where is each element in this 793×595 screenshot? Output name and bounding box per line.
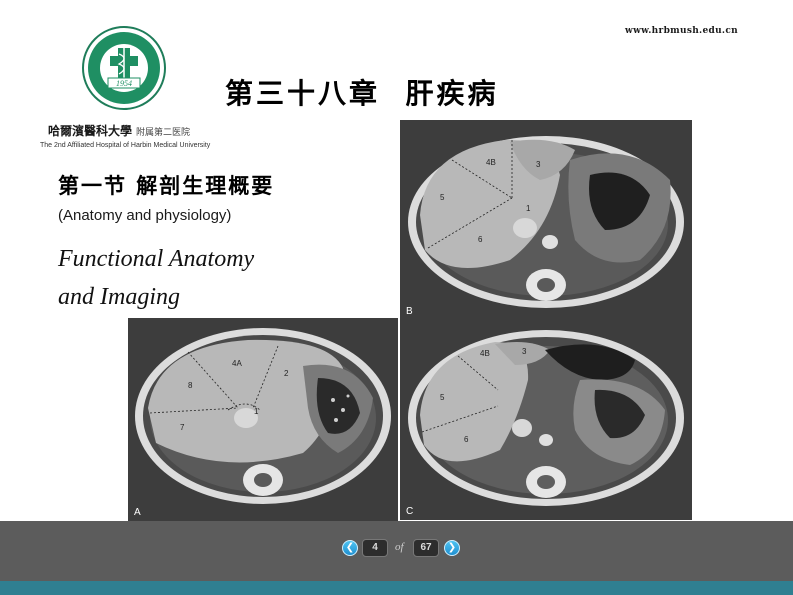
svg-text:6: 6 <box>478 235 483 244</box>
svg-text:5: 5 <box>440 193 445 202</box>
chevron-right-icon: ❯ <box>447 542 457 553</box>
site-url: www.hrbmush.edu.cn <box>625 26 738 36</box>
svg-text:7: 7 <box>180 423 185 432</box>
university-name: 哈爾濱醫科大學 附属第二医院 <box>48 124 191 138</box>
svg-text:4B: 4B <box>486 158 496 167</box>
section-subtitle: (Anatomy and physiology) <box>58 207 232 224</box>
svg-text:4B: 4B <box>480 349 490 358</box>
ct-image-panel-c: 4B 3 5 6 C <box>400 320 692 520</box>
next-page-button[interactable]: ❯ <box>444 540 460 556</box>
svg-text:5: 5 <box>440 393 445 402</box>
footer-accent-strip <box>0 581 793 595</box>
current-page-field[interactable]: 4 <box>362 539 388 557</box>
chevron-left-icon: ❮ <box>345 542 355 553</box>
slide-navigation-bar: ❮ 4 of 67 ❯ <box>0 521 793 581</box>
svg-text:1: 1 <box>254 407 259 416</box>
slide: www.hrbmush.edu.cn 1954 哈爾濱醫科大學 附属第二医院 Th… <box>0 0 793 521</box>
svg-text:1: 1 <box>526 204 531 213</box>
panel-label-a: A <box>134 507 141 518</box>
svg-text:2: 2 <box>284 369 289 378</box>
university-seal-icon: 1954 <box>82 26 166 110</box>
svg-text:3: 3 <box>536 160 541 169</box>
svg-text:4A: 4A <box>232 359 242 368</box>
svg-text:3: 3 <box>522 347 527 356</box>
panel-label-c: C <box>406 506 414 517</box>
ct-image-panel-a: 4A 8 2 1 7 A <box>128 318 398 521</box>
svg-text:8: 8 <box>188 381 193 390</box>
university-name-en: The 2nd Affiliated Hospital of Harbin Me… <box>40 142 211 149</box>
page-of-label: of <box>395 541 404 553</box>
functional-anatomy-heading: Functional Anatomy and Imaging <box>58 246 255 310</box>
svg-text:6: 6 <box>464 435 469 444</box>
svg-text:1954: 1954 <box>116 79 132 88</box>
panel-label-b: B <box>406 306 413 317</box>
chapter-title: 第三十八章 肝疾病 <box>225 77 499 110</box>
section-title: 第一节 解剖生理概要 <box>58 173 275 198</box>
previous-page-button[interactable]: ❮ <box>342 540 358 556</box>
hospital-logo: 1954 哈爾濱醫科大學 附属第二医院 The 2nd Affiliated Ho… <box>34 22 224 152</box>
ct-image-panel-b: 4B 3 5 1 6 B <box>400 120 692 320</box>
total-pages-display: 67 <box>413 539 439 557</box>
